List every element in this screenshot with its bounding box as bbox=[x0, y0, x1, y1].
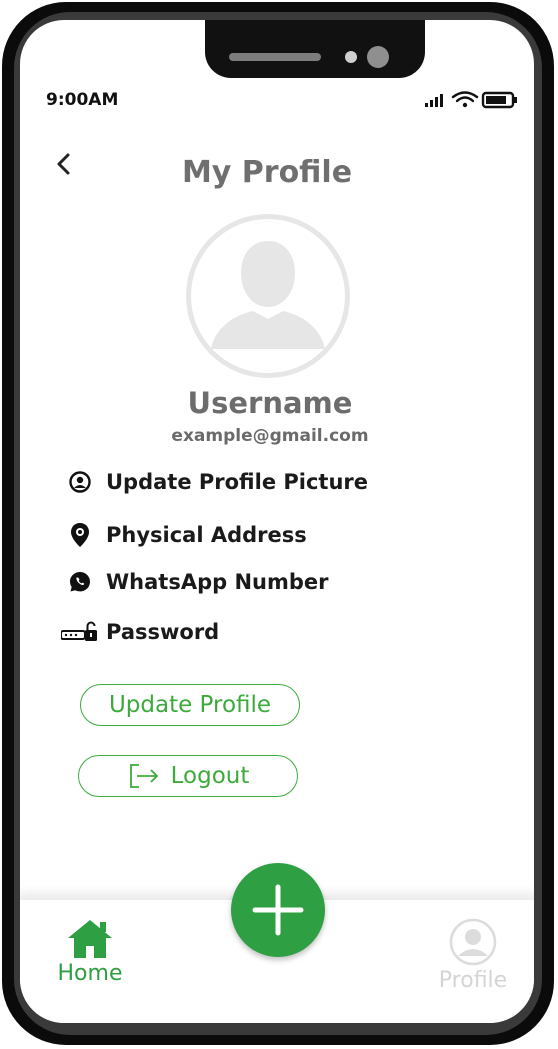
phone-notch bbox=[205, 20, 425, 78]
avatar[interactable] bbox=[186, 214, 350, 378]
update-profile-label: Update Profile bbox=[108, 692, 272, 718]
menu-label-password: Password bbox=[106, 620, 220, 644]
app-screen: 9:00AM My Profile Username example@gmail… bbox=[20, 20, 534, 1023]
wifi-icon bbox=[451, 91, 479, 108]
battery-icon bbox=[481, 91, 517, 109]
user-email: example@gmail.com bbox=[171, 426, 369, 446]
status-time: 9:00AM bbox=[46, 90, 119, 110]
nav-profile[interactable]: Profile bbox=[428, 918, 518, 996]
menu-item-whatsapp-number[interactable]: WhatsApp Number bbox=[58, 567, 418, 597]
page-title: My Profile bbox=[181, 155, 353, 190]
username: Username bbox=[187, 386, 353, 420]
menu-label-physical-address: Physical Address bbox=[106, 523, 307, 547]
sensor-dot bbox=[345, 51, 357, 63]
signal-icon bbox=[425, 94, 443, 107]
speaker-grille bbox=[229, 53, 321, 61]
menu-item-password[interactable]: Password bbox=[58, 617, 418, 647]
add-button[interactable] bbox=[231, 863, 325, 957]
home-icon bbox=[68, 920, 112, 958]
front-camera bbox=[367, 46, 389, 68]
plus-icon bbox=[252, 884, 304, 936]
password-lock-icon bbox=[58, 617, 102, 647]
profile-icon bbox=[449, 918, 497, 966]
menu-label-update-profile-picture: Update Profile Picture bbox=[106, 470, 368, 494]
nav-profile-label: Profile bbox=[438, 968, 508, 993]
menu-label-whatsapp-number: WhatsApp Number bbox=[106, 570, 329, 594]
chevron-left-icon bbox=[57, 153, 70, 175]
profile-picture-icon bbox=[58, 467, 102, 497]
nav-home[interactable]: Home bbox=[48, 918, 132, 988]
user-silhouette-icon bbox=[211, 241, 325, 349]
nav-home-label: Home bbox=[57, 961, 123, 986]
whatsapp-icon bbox=[58, 567, 102, 597]
update-profile-button[interactable]: Update Profile bbox=[80, 684, 300, 726]
logout-label: Logout bbox=[170, 763, 250, 789]
menu-item-physical-address[interactable]: Physical Address bbox=[58, 520, 418, 550]
menu-item-update-profile-picture[interactable]: Update Profile Picture bbox=[58, 467, 418, 497]
status-icons bbox=[425, 90, 520, 110]
back-button[interactable] bbox=[50, 147, 80, 181]
logout-icon bbox=[127, 762, 161, 790]
logout-button[interactable]: Logout bbox=[78, 755, 298, 797]
location-pin-icon bbox=[58, 520, 102, 550]
